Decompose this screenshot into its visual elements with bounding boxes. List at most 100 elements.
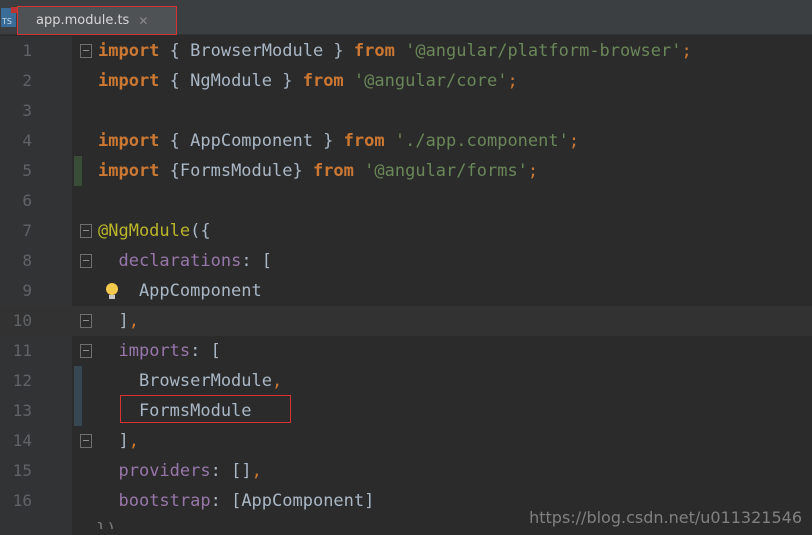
code-line[interactable]: 2 import { NgModule } from '@angular/core… — [0, 66, 812, 96]
code-line[interactable]: 10 ], — [0, 306, 812, 336]
code-token: ({ — [190, 221, 211, 241]
code-text: import { NgModule } from '@angular/core'… — [98, 66, 518, 96]
code-line[interactable]: 15 providers: [], — [0, 456, 812, 486]
code-token: imports — [118, 341, 191, 361]
tab-title: app.module.ts — [36, 13, 130, 28]
code-token: declarations — [118, 251, 242, 271]
code-token: : [ — [190, 341, 221, 361]
line-number: 4 — [22, 131, 32, 150]
code-token: ; — [507, 71, 518, 91]
code-token: from — [302, 71, 344, 91]
code-token: { NgModule } — [159, 71, 303, 91]
fold-marker[interactable] — [80, 344, 92, 358]
code-token: {FormsModule} — [159, 161, 313, 181]
fold-marker[interactable] — [80, 434, 92, 448]
code-text: import {FormsModule} from '@angular/form… — [98, 156, 538, 186]
code-token: ; — [681, 41, 692, 61]
fold-marker[interactable] — [80, 314, 92, 328]
watermark: https://blog.csdn.net/u011321546 — [529, 508, 802, 527]
code-line[interactable]: 4 import { AppComponent } from './app.com… — [0, 126, 812, 156]
code-token: from — [353, 41, 395, 61]
code-line[interactable]: 8 declarations: [ — [0, 246, 812, 276]
line-number: 16 — [12, 491, 32, 510]
code-token: AppComponent — [98, 281, 262, 301]
code-token: { BrowserModule } — [159, 41, 354, 61]
code-token: '@angular/core' — [353, 71, 508, 91]
line-number: 9 — [22, 281, 32, 300]
annotation-highlight-box — [120, 395, 291, 423]
code-text: ], — [98, 426, 139, 456]
code-token: BrowserModule — [98, 371, 272, 391]
code-token: providers — [118, 461, 211, 481]
code-token: './app.component' — [394, 131, 569, 151]
code-text: bootstrap: [AppComponent] — [98, 486, 374, 516]
code-token: , — [251, 461, 262, 481]
code-line[interactable]: 6 — [0, 186, 812, 216]
close-icon[interactable]: ✕ — [138, 14, 148, 28]
code-text: ], — [98, 306, 139, 336]
code-token: '@angular/forms' — [364, 161, 528, 181]
code-token: ; — [568, 131, 580, 151]
partial-code-line: }) — [96, 520, 117, 535]
code-token: import — [98, 41, 160, 61]
code-token: from — [312, 161, 354, 181]
typescript-file-icon: TS — [1, 7, 17, 27]
fold-marker[interactable] — [80, 44, 92, 58]
code-line[interactable]: 11 imports: [ — [0, 336, 812, 366]
fold-marker[interactable] — [80, 224, 92, 238]
line-number: 6 — [22, 191, 32, 210]
line-number: 1 — [22, 41, 32, 60]
code-token: bootstrap — [118, 491, 211, 511]
code-token: { AppComponent } — [159, 131, 344, 151]
line-number: 15 — [12, 461, 32, 480]
code-text: providers: [], — [98, 456, 262, 486]
code-text: declarations: [ — [98, 246, 272, 276]
code-editor[interactable]: 1 import { BrowserModule } from '@angular… — [0, 36, 812, 535]
line-number: 11 — [12, 341, 32, 360]
code-token: '@angular/platform-browser' — [405, 41, 682, 61]
code-token: ] — [98, 431, 129, 451]
code-token: : [AppComponent] — [210, 491, 375, 511]
tab-app-module[interactable]: app.module.ts ✕ — [17, 6, 177, 35]
lightbulb-icon[interactable] — [105, 283, 119, 301]
line-number: 13 — [12, 401, 32, 420]
code-token: , — [128, 431, 139, 451]
code-token: ; — [527, 161, 539, 181]
code-token: , — [128, 311, 139, 331]
code-token: import — [98, 161, 160, 181]
line-number: 12 — [12, 371, 32, 390]
code-line[interactable]: 12 BrowserModule, — [0, 366, 812, 396]
code-text: BrowserModule, — [98, 366, 282, 396]
line-number: 14 — [12, 431, 32, 450]
code-token: : [ — [241, 251, 273, 271]
code-line[interactable]: 1 import { BrowserModule } from '@angular… — [0, 36, 812, 66]
code-text: import { AppComponent } from './app.comp… — [98, 126, 579, 156]
code-token: import — [98, 131, 160, 151]
line-number: 10 — [12, 311, 32, 330]
code-token: @NgModule — [98, 221, 191, 241]
code-line[interactable]: 9 AppComponent — [0, 276, 812, 306]
line-number: 2 — [22, 71, 32, 90]
code-token: , — [272, 371, 283, 391]
editor-tab-bar: TS app.module.ts ✕ — [0, 0, 812, 35]
code-text: @NgModule({ — [98, 216, 211, 246]
line-number: 7 — [22, 221, 32, 240]
code-text: import { BrowserModule } from '@angular/… — [98, 36, 692, 66]
code-text: imports: [ — [98, 336, 221, 366]
code-line[interactable]: 7 @NgModule({ — [0, 216, 812, 246]
code-line[interactable]: 3 — [0, 96, 812, 126]
fold-marker[interactable] — [80, 254, 92, 268]
line-number: 3 — [22, 101, 32, 120]
code-line[interactable]: 14 ], — [0, 426, 812, 456]
code-token: ] — [98, 311, 129, 331]
code-line[interactable]: 5 import {FormsModule} from '@angular/for… — [0, 156, 812, 186]
line-number: 8 — [22, 251, 32, 270]
